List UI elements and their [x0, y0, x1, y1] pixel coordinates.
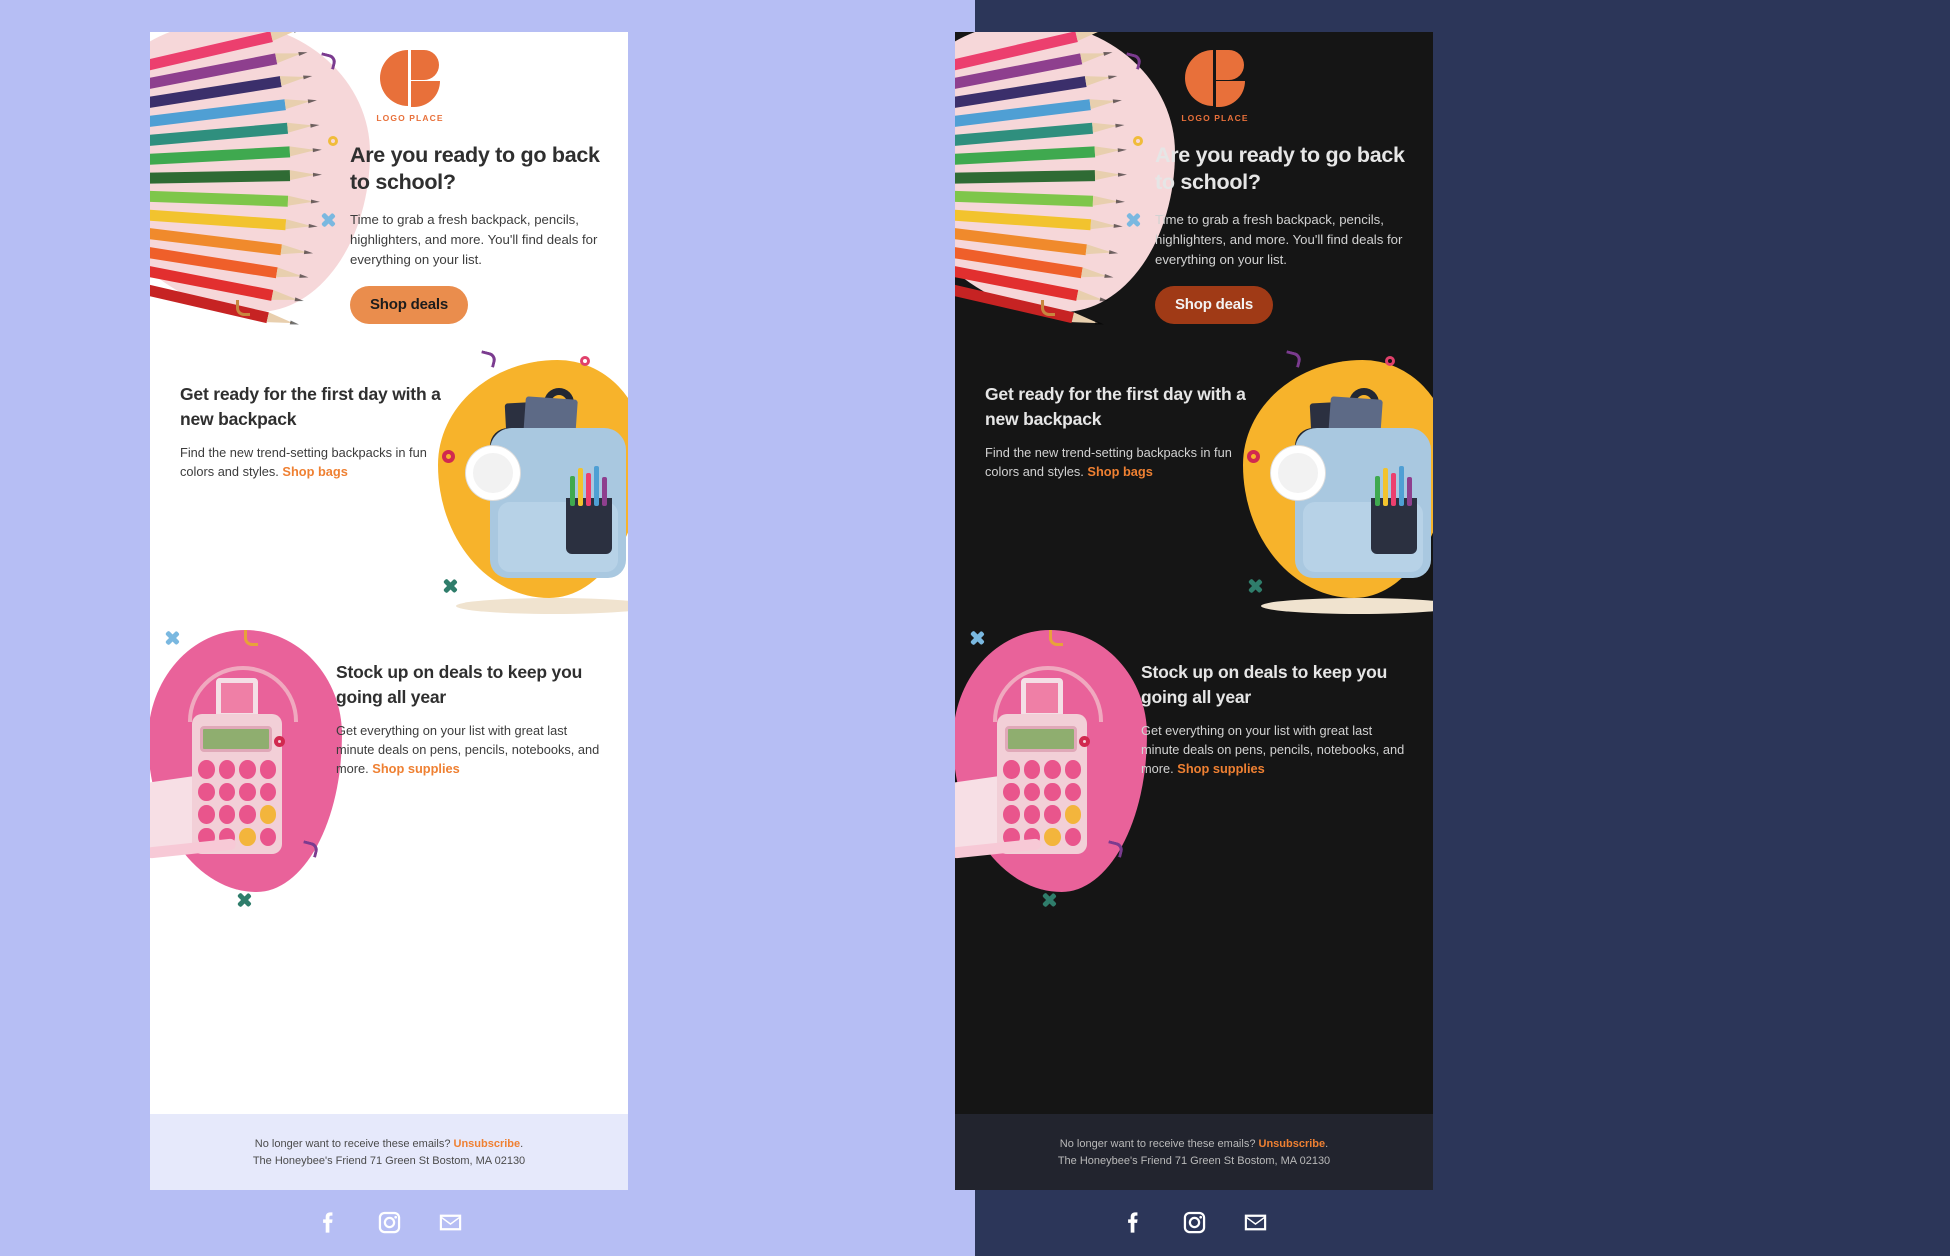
binder-clip-object	[216, 678, 258, 718]
shop-deals-button-dark[interactable]: Shop deals	[1155, 286, 1274, 324]
backpack-copy: Get ready for the first day with a new b…	[180, 382, 442, 481]
supplies-body: Get everything on your list with great l…	[336, 723, 600, 776]
light-preview-stage: LOGO PLACE Are you ready to go back to s…	[0, 0, 975, 1256]
backpack-body-dark: Find the new trend-setting backpacks in …	[985, 445, 1232, 479]
shop-supplies-link[interactable]: Shop supplies	[372, 761, 459, 776]
hero-section-dark: LOGO PLACE Are you ready to go back to s…	[955, 32, 1433, 362]
email-icon[interactable]	[437, 1209, 464, 1241]
unsubscribe-line-dark: No longer want to receive these emails? …	[1059, 1137, 1329, 1150]
unsubscribe-link-dark[interactable]: Unsubscribe	[1259, 1138, 1326, 1150]
backpack-image-dark	[1233, 350, 1433, 620]
supplies-body-dark: Get everything on your list with great l…	[1141, 723, 1405, 776]
instagram-icon-dark[interactable]	[1181, 1209, 1208, 1241]
supplies-copy: Stock up on deals to keep you going all …	[336, 660, 604, 778]
hero-body-dark: Time to grab a fresh backpack, pencils, …	[1155, 212, 1403, 267]
backpack-body: Find the new trend-setting backpacks in …	[180, 445, 427, 479]
unsubscribe-link[interactable]: Unsubscribe	[454, 1138, 521, 1150]
calculator-image-dark	[955, 616, 1157, 916]
backpack-section-dark: Get ready for the first day with a new b…	[955, 350, 1433, 624]
colored-pencils-image-dark	[955, 32, 1187, 324]
email-card-dark[interactable]: LOGO PLACE Are you ready to go back to s…	[955, 32, 1433, 1190]
email-icon-dark[interactable]	[1242, 1209, 1269, 1241]
colored-pencils-image	[150, 32, 382, 324]
supplies-headline-dark: Stock up on deals to keep you going all …	[1141, 662, 1388, 707]
supplies-section-dark: Stock up on deals to keep you going all …	[955, 624, 1433, 924]
shop-supplies-link-dark[interactable]: Shop supplies	[1177, 761, 1264, 776]
backpack-image	[428, 350, 628, 620]
logo[interactable]: LOGO PLACE	[350, 50, 470, 123]
shop-bags-link-dark[interactable]: Shop bags	[1087, 464, 1152, 479]
shop-deals-button[interactable]: Shop deals	[350, 286, 469, 324]
unsubscribe-line: No longer want to receive these emails? …	[254, 1137, 524, 1150]
backpack-section-light: Get ready for the first day with a new b…	[150, 350, 628, 624]
facebook-icon[interactable]	[315, 1209, 342, 1241]
hero-body: Time to grab a fresh backpack, pencils, …	[350, 212, 598, 267]
hero-headline-dark: Are you ready to go back to school?	[1155, 143, 1405, 194]
social-links-dark	[955, 1190, 1433, 1256]
email-card-light[interactable]: LOGO PLACE Are you ready to go back to s…	[150, 32, 628, 1190]
facebook-icon-dark[interactable]	[1120, 1209, 1147, 1241]
social-links-light	[150, 1190, 628, 1256]
email-footer-dark: No longer want to receive these emails? …	[955, 1114, 1433, 1190]
binder-clip-object-dark	[1021, 678, 1063, 718]
backpack-copy-dark: Get ready for the first day with a new b…	[985, 382, 1247, 481]
logo-dark[interactable]: LOGO PLACE	[1155, 50, 1275, 123]
supplies-headline: Stock up on deals to keep you going all …	[336, 662, 583, 707]
leaf-logo-icon	[380, 50, 440, 108]
headphones-object-dark	[1271, 446, 1325, 500]
hero-copy-dark: Are you ready to go back to school? Time…	[1155, 142, 1423, 324]
supplies-copy-dark: Stock up on deals to keep you going all …	[1141, 660, 1409, 778]
leaf-logo-icon-dark	[1185, 50, 1245, 108]
hero-headline: Are you ready to go back to school?	[350, 143, 600, 194]
hero-copy-light: Are you ready to go back to school? Time…	[350, 142, 618, 324]
company-address-dark: The Honeybee's Friend 71 Green St Bostom…	[1057, 1154, 1331, 1167]
headphones-object	[466, 446, 520, 500]
backpack-headline: Get ready for the first day with a new b…	[180, 384, 441, 429]
logo-label-dark: LOGO PLACE	[1181, 113, 1249, 123]
hero-section-light: LOGO PLACE Are you ready to go back to s…	[150, 32, 628, 362]
calculator-image	[150, 616, 352, 916]
instagram-icon[interactable]	[376, 1209, 403, 1241]
supplies-section-light: Stock up on deals to keep you going all …	[150, 624, 628, 924]
shop-bags-link[interactable]: Shop bags	[282, 464, 347, 479]
dark-preview-stage: LOGO PLACE Are you ready to go back to s…	[955, 0, 1950, 1256]
backpack-headline-dark: Get ready for the first day with a new b…	[985, 384, 1246, 429]
email-footer-light: No longer want to receive these emails? …	[150, 1114, 628, 1190]
logo-label: LOGO PLACE	[376, 113, 444, 123]
company-address: The Honeybee's Friend 71 Green St Bostom…	[252, 1154, 526, 1167]
